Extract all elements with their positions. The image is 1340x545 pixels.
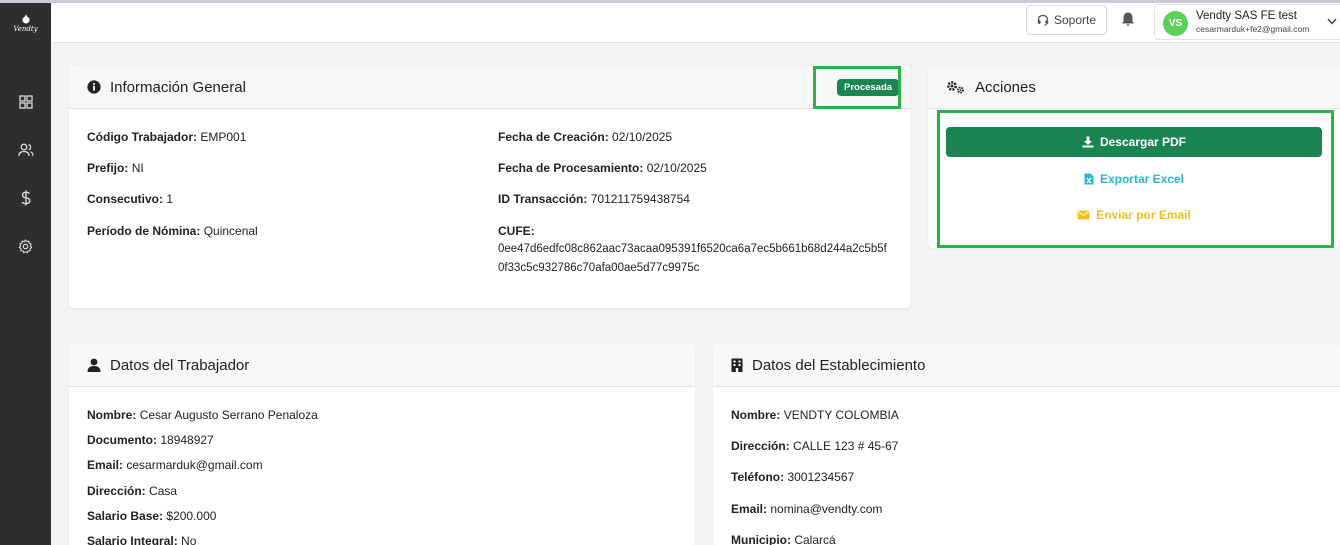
actions-header: Acciones — [928, 66, 1340, 109]
actions-highlight-box — [937, 110, 1334, 248]
status-highlight-box — [813, 66, 901, 109]
id-transaccion: ID Transacción: 701211759438754 — [498, 192, 690, 206]
headset-icon — [1037, 14, 1049, 26]
user-menu[interactable]: VS Vendty SAS FE test cesarmarduk+fe2@gm… — [1154, 4, 1340, 40]
establishment-direccion: Dirección: CALLE 123 # 45-67 — [731, 439, 899, 453]
gear-icon — [18, 238, 33, 253]
codigo-trabajador: Código Trabajador: EMP001 — [87, 130, 247, 144]
consecutivo: Consecutivo: 1 — [87, 192, 174, 206]
sidebar-item-users[interactable] — [14, 138, 38, 162]
worker-email: Email: cesarmarduk@gmail.com — [87, 458, 263, 472]
establishment-email: Email: nomina@vendty.com — [731, 502, 883, 516]
worker-documento: Documento: 18948927 — [87, 433, 214, 447]
establishment-title: Datos del Establecimiento — [752, 356, 926, 374]
cufe-label: CUFE: — [498, 224, 535, 238]
general-info-title: Información General — [110, 78, 246, 96]
sidebar-item-dashboard[interactable] — [14, 90, 38, 114]
info-icon — [87, 80, 101, 94]
cogs-icon — [946, 80, 966, 94]
support-label: Soporte — [1053, 13, 1097, 27]
prefijo: Prefijo: NI — [87, 161, 144, 175]
establishment-nombre: Nombre: VENDTY COLOMBIA — [731, 408, 899, 422]
grid-icon — [18, 95, 33, 109]
worker-title: Datos del Trabajador — [110, 356, 250, 374]
dollar-icon — [20, 190, 31, 206]
logo-mark-icon — [21, 14, 30, 24]
establishment-municipio: Municipio: Calarcá — [731, 533, 836, 545]
fecha-creacion: Fecha de Creación: 02/10/2025 — [498, 130, 673, 144]
fecha-procesamiento: Fecha de Procesamiento: 02/10/2025 — [498, 161, 707, 175]
worker-salario-base: Salario Base: $200.000 — [87, 509, 217, 523]
establishment-header: Datos del Establecimiento — [713, 344, 1340, 387]
building-icon — [731, 358, 743, 372]
notifications-button[interactable] — [1121, 11, 1137, 29]
worker-salario-integral: Salario Integral: No — [87, 534, 197, 545]
establishment-telefono: Teléfono: 3001234567 — [731, 470, 855, 484]
general-info-card: Información General — [69, 66, 910, 308]
periodo-nomina: Período de Nómina: Quincenal — [87, 224, 258, 238]
vendty-logo[interactable]: Vendty — [13, 14, 38, 33]
avatar: VS — [1163, 11, 1188, 36]
chevron-down-icon — [1327, 16, 1337, 28]
general-info-header: Información General — [69, 66, 910, 109]
logo-text: Vendty — [13, 25, 38, 33]
sidebar-item-finance[interactable] — [14, 186, 38, 210]
user-email: cesarmarduk+fe2@gmail.com — [1196, 24, 1310, 34]
user-icon — [87, 358, 101, 372]
worker-nombre: Nombre: Cesar Augusto Serrano Penaloza — [87, 408, 318, 422]
user-name: Vendty SAS FE test — [1196, 10, 1297, 22]
sidebar-item-settings[interactable] — [14, 234, 38, 258]
actions-title: Acciones — [975, 78, 1036, 96]
sidebar: Vendty — [0, 3, 51, 545]
support-button[interactable]: Soporte — [1026, 5, 1107, 35]
worker-header: Datos del Trabajador — [69, 344, 695, 387]
cufe-value-line1: 0ee47d6edfc08c862aac73acaa095391f6520ca6… — [498, 243, 887, 255]
users-icon — [17, 143, 34, 157]
top-header: Soporte VS Vendty SAS FE test cesarmardu… — [51, 3, 1340, 43]
cufe-value-line2: 0f33c5c932786c70afa00ae5d77c9975c — [498, 262, 700, 274]
bell-icon — [1122, 12, 1134, 26]
worker-direccion: Dirección: Casa — [87, 484, 178, 498]
